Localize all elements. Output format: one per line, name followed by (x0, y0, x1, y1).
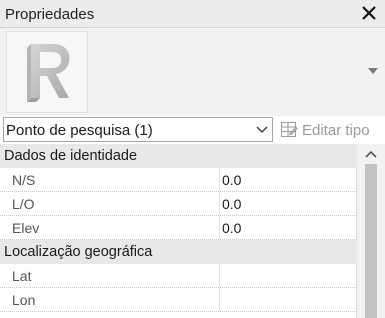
property-value: 0.0 (222, 172, 242, 188)
property-row-lo: L/O 0.0 (0, 192, 357, 216)
chevron-down-icon[interactable] (367, 66, 379, 76)
property-row-lon: Lon (0, 288, 357, 312)
group-header-identity-data[interactable]: Dados de identidade (0, 144, 357, 168)
type-selector-value: Ponto de pesquisa (1) (6, 122, 153, 139)
property-value-field[interactable]: 0.0 (219, 216, 357, 239)
scrollbar-thumb[interactable] (365, 164, 377, 318)
type-selector-row: Ponto de pesquisa (1) Editar tipo (0, 116, 385, 144)
property-value: 0.0 (222, 220, 242, 236)
group-header-label: Dados de identidade (4, 148, 138, 164)
edit-type-icon (281, 122, 298, 137)
property-row-ns: N/S 0.0 (0, 168, 357, 192)
scroll-up-icon[interactable] (364, 149, 378, 159)
property-name: L/O (12, 196, 35, 212)
revit-logo-icon (6, 31, 88, 113)
panel-title: Propriedades (5, 6, 95, 23)
group-header-label: Localização geográfica (4, 244, 153, 260)
property-row-elev: Elev 0.0 (0, 216, 357, 240)
property-name: Lon (12, 292, 36, 308)
edit-type-button[interactable]: Editar tipo (280, 119, 370, 141)
property-name: Lat (12, 268, 32, 284)
property-name: Elev (12, 220, 40, 236)
type-image-area (0, 28, 385, 116)
group-header-geographic-location[interactable]: Localização geográfica (0, 240, 357, 264)
close-icon[interactable] (359, 2, 379, 24)
vertical-scrollbar[interactable] (357, 144, 385, 318)
property-value-field[interactable]: 0.0 (219, 192, 357, 215)
chevron-down-icon (256, 126, 268, 134)
property-value-field[interactable]: 0.0 (219, 168, 357, 191)
property-value: 0.0 (222, 196, 242, 212)
properties-titlebar: Propriedades (0, 0, 385, 28)
property-name: N/S (12, 172, 36, 188)
property-row-lat: Lat (0, 264, 357, 288)
edit-type-label: Editar tipo (302, 121, 370, 139)
properties-grid: Dados de identidade N/S 0.0 L/O 0.0 Elev… (0, 144, 357, 318)
type-selector-dropdown[interactable]: Ponto de pesquisa (1) (3, 117, 273, 142)
property-value-field[interactable] (219, 264, 357, 287)
property-value-field[interactable] (219, 288, 357, 311)
